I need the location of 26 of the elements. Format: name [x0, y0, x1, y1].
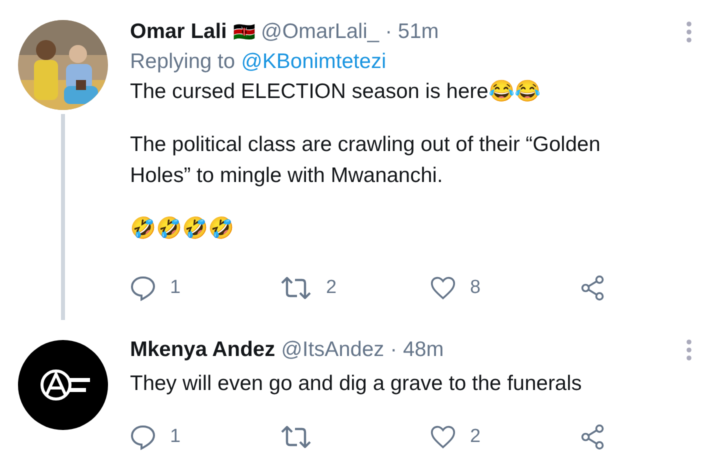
retweet-count: 2 [326, 277, 337, 299]
author-handle[interactable]: @OmarLali_ [260, 20, 380, 44]
timestamp: · 51m [385, 20, 439, 44]
timestamp: · 48m [390, 338, 444, 362]
share-icon[interactable] [580, 424, 606, 450]
like-count: 2 [470, 426, 481, 448]
reply-count: 1 [170, 426, 181, 448]
heart-icon[interactable] [430, 424, 456, 450]
author-name[interactable]: Mkenya Andez [130, 338, 276, 362]
reply-icon[interactable] [130, 424, 156, 450]
author-handle[interactable]: @ItsAndez [281, 338, 384, 362]
tweet-text: 🤣🤣🤣🤣 [130, 216, 235, 242]
tweet-text: The cursed ELECTION season is here😂😂 [130, 79, 542, 105]
reply-count: 1 [170, 277, 181, 299]
retweet-icon[interactable] [280, 424, 312, 450]
reply-handle-link[interactable]: @KBonimtetezi [241, 50, 386, 74]
like-count: 8 [470, 277, 481, 299]
heart-icon[interactable] [430, 275, 456, 301]
author-name[interactable]: Omar Lali [130, 20, 227, 44]
tweet-text: They will even go and dig a grave to the funerals [130, 371, 583, 397]
share-icon[interactable] [580, 275, 606, 301]
flag-emoji: 🇰🇪 [232, 21, 255, 43]
reply-icon[interactable] [130, 275, 156, 301]
tweet-text: The political class are crawling out of their “Golden Holes” to mingle with Mwananchi. [130, 132, 602, 189]
replying-label: Replying to [130, 50, 236, 74]
retweet-icon[interactable] [280, 275, 312, 301]
